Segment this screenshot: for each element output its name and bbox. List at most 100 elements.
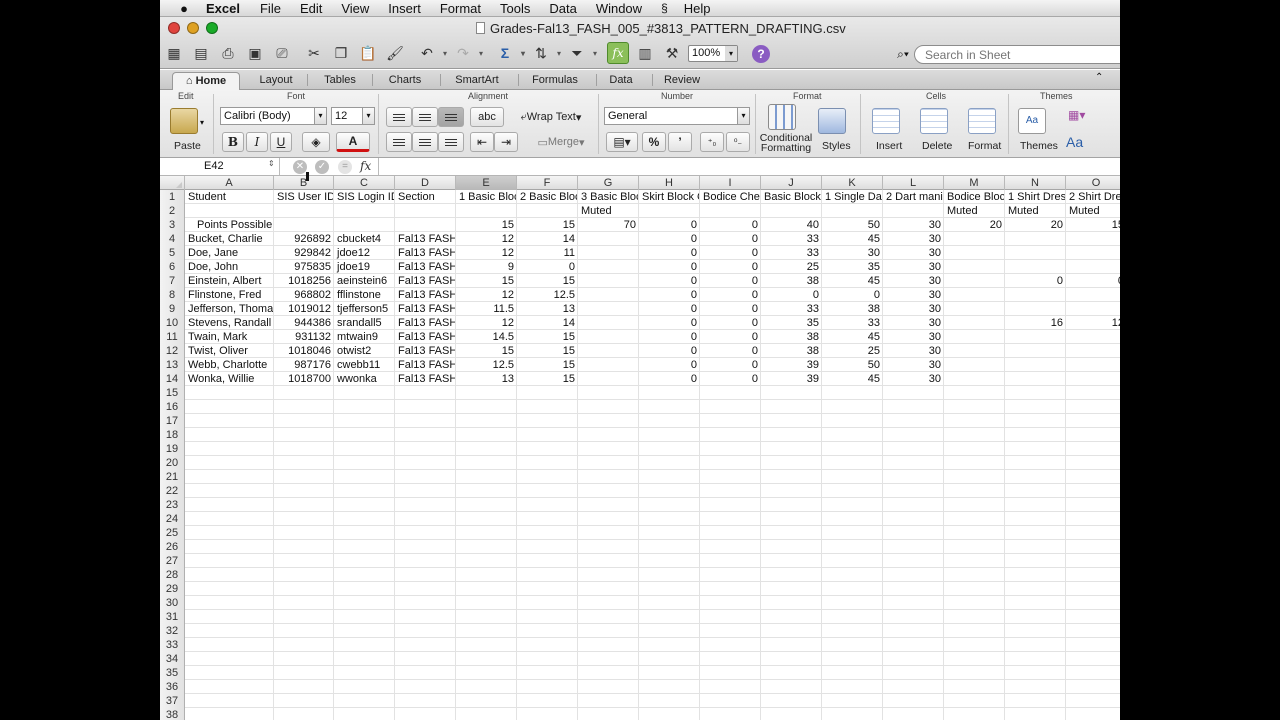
paste-dropdown-icon[interactable]: ▾	[200, 118, 204, 127]
format-painter-icon[interactable]: 🖌	[384, 42, 406, 64]
cell[interactable]: Flinstone, Fred	[185, 288, 274, 302]
search-input[interactable]	[914, 45, 1120, 64]
help-button[interactable]: ?	[752, 45, 770, 63]
row-header[interactable]: 8	[160, 288, 185, 302]
cell[interactable]: 38	[761, 344, 822, 358]
align-top-icon[interactable]	[386, 107, 412, 127]
cell[interactable]: SIS User ID	[274, 190, 334, 204]
cell[interactable]: 70	[578, 218, 639, 232]
row-header[interactable]: 25	[160, 526, 185, 540]
cell[interactable]: 15	[517, 372, 578, 386]
row-header[interactable]: 12	[160, 344, 185, 358]
cell[interactable]: 39	[761, 372, 822, 386]
cell[interactable]: 12.5	[456, 358, 517, 372]
cell[interactable]: 11.5	[456, 302, 517, 316]
cell[interactable]: 929842	[274, 246, 334, 260]
column-header-m[interactable]: M	[944, 176, 1005, 190]
cell[interactable]: 968802	[274, 288, 334, 302]
cell[interactable]: 1 Single Dart	[822, 190, 883, 204]
cell[interactable]: 35	[761, 316, 822, 330]
cell[interactable]: 0	[639, 316, 700, 330]
conditional-formatting-icon[interactable]	[768, 104, 796, 130]
cell[interactable]: 0	[700, 274, 761, 288]
cell[interactable]: 30	[883, 274, 944, 288]
tab-review[interactable]: Review	[658, 72, 706, 90]
cell[interactable]: 11	[517, 246, 578, 260]
cell[interactable]: 0	[639, 288, 700, 302]
cell[interactable]: 0	[517, 260, 578, 274]
cell[interactable]: 12	[456, 246, 517, 260]
menu-format[interactable]: Format	[440, 1, 481, 16]
cell[interactable]: Muted	[578, 204, 639, 218]
merge-button[interactable]: ▭ Merge ▾	[528, 132, 594, 152]
row-header[interactable]: 23	[160, 498, 185, 512]
media-browser-icon[interactable]: ▥	[634, 42, 656, 64]
autosum-icon[interactable]: Σ	[494, 42, 525, 64]
align-bottom-icon[interactable]	[438, 107, 464, 127]
cell[interactable]: Fal13 FASH 0	[395, 330, 456, 344]
cell[interactable]: 14	[517, 316, 578, 330]
cell[interactable]: 0	[1066, 274, 1120, 288]
row-header[interactable]: 10	[160, 316, 185, 330]
cell[interactable]: Twist, Oliver	[185, 344, 274, 358]
cell[interactable]: Muted	[1005, 204, 1066, 218]
cell[interactable]: 45	[822, 372, 883, 386]
cell[interactable]: 0	[700, 344, 761, 358]
insert-cells-icon[interactable]	[872, 108, 900, 134]
align-center-icon[interactable]	[412, 132, 438, 152]
cell[interactable]: 33	[761, 232, 822, 246]
number-format-dropdown-icon[interactable]: ▾	[738, 107, 750, 125]
menu-view[interactable]: View	[341, 1, 369, 16]
cell[interactable]: Twain, Mark	[185, 330, 274, 344]
name-box[interactable]: E42	[160, 158, 280, 175]
delete-cells-icon[interactable]	[920, 108, 948, 134]
cell[interactable]: 15	[456, 218, 517, 232]
cell[interactable]: 0	[700, 288, 761, 302]
font-size-field[interactable]: 12	[331, 107, 363, 125]
script-icon[interactable]: §	[661, 1, 668, 15]
paste-icon[interactable]	[170, 108, 198, 134]
row-header[interactable]: 38	[160, 708, 185, 720]
templates-icon[interactable]: ▤	[190, 42, 212, 64]
cell[interactable]: Einstein, Albert	[185, 274, 274, 288]
cell[interactable]: Section	[395, 190, 456, 204]
cell[interactable]: 13	[456, 372, 517, 386]
cell[interactable]: Muted	[1066, 204, 1120, 218]
cell[interactable]: 39	[761, 358, 822, 372]
cell[interactable]: Webb, Charlotte	[185, 358, 274, 372]
cell[interactable]: 12	[1066, 316, 1120, 330]
row-header[interactable]: 1	[160, 190, 185, 204]
row-header[interactable]: 17	[160, 414, 185, 428]
menu-edit[interactable]: Edit	[300, 1, 322, 16]
menu-file[interactable]: File	[260, 1, 281, 16]
cell[interactable]: 0	[700, 246, 761, 260]
row-header[interactable]: 24	[160, 512, 185, 526]
number-format-field[interactable]: General	[604, 107, 738, 125]
cell[interactable]: 20	[1005, 218, 1066, 232]
italic-button[interactable]: I	[246, 132, 268, 152]
cell[interactable]: 0	[700, 260, 761, 274]
undo-icon[interactable]: ↶	[416, 42, 447, 64]
comma-style-button[interactable]: ’	[668, 132, 692, 152]
font-size-dropdown-icon[interactable]: ▾	[363, 107, 375, 125]
cell[interactable]: 45	[822, 330, 883, 344]
save-icon[interactable]: ▣	[244, 42, 266, 64]
column-header-l[interactable]: L	[883, 176, 944, 190]
cell[interactable]: 15	[1066, 218, 1120, 232]
cell[interactable]: 50	[822, 218, 883, 232]
cell[interactable]: 30	[822, 246, 883, 260]
cell[interactable]: 931132	[274, 330, 334, 344]
formula-input[interactable]	[378, 158, 1120, 175]
tab-home[interactable]: ⌂ Home	[172, 72, 240, 90]
decrease-decimal-icon[interactable]: ⁰₋	[726, 132, 750, 152]
cell[interactable]: Fal13 FASH 0	[395, 344, 456, 358]
cell[interactable]: 0	[639, 232, 700, 246]
copy-icon[interactable]: ❐	[330, 42, 352, 64]
cell[interactable]: 15	[517, 344, 578, 358]
cell[interactable]: 1018256	[274, 274, 334, 288]
cancel-entry-icon[interactable]: ✕	[293, 160, 307, 174]
row-header[interactable]: 15	[160, 386, 185, 400]
align-left-icon[interactable]	[386, 132, 412, 152]
tab-tables[interactable]: Tables	[314, 72, 366, 90]
row-header[interactable]: 14	[160, 372, 185, 386]
